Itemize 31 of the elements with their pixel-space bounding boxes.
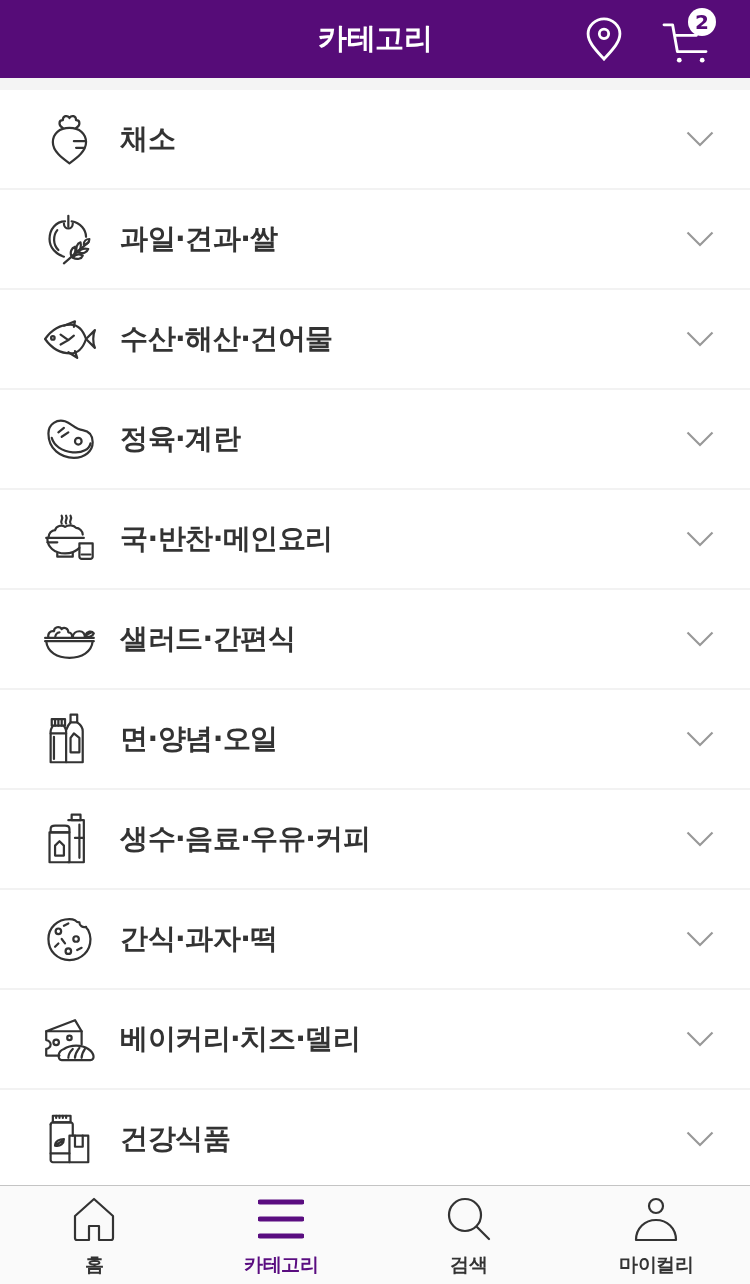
chevron-down-icon[interactable] <box>686 1031 714 1047</box>
person-icon <box>633 1196 680 1242</box>
chevron-down-icon[interactable] <box>686 731 714 747</box>
chevron-down-icon[interactable] <box>686 531 714 547</box>
category-label[interactable]: 샐러드·간편식 <box>120 620 296 658</box>
category-label[interactable]: 국·반찬·메인요리 <box>120 520 333 558</box>
nav-tab[interactable]: 마이컬리 <box>562 1186 750 1284</box>
chevron-down-icon[interactable] <box>686 1131 714 1147</box>
nav-tab[interactable]: 카테고리 <box>187 1186 375 1284</box>
category-label[interactable]: 정육·계란 <box>120 420 241 458</box>
nav-tab[interactable]: 홈 <box>0 1186 188 1284</box>
category-label[interactable]: 과일·견과·쌀 <box>120 220 278 258</box>
category-label[interactable]: 베이커리·치즈·델리 <box>120 1020 361 1058</box>
chevron-down-icon[interactable] <box>686 931 714 947</box>
chevron-down-icon[interactable] <box>686 631 714 647</box>
search-icon <box>445 1196 492 1242</box>
chevron-down-icon[interactable] <box>686 831 714 847</box>
location-pin-icon[interactable] <box>586 17 622 61</box>
category-label[interactable]: 건강식품 <box>120 1120 230 1158</box>
category-label[interactable]: 생수·음료·우유·커피 <box>120 820 371 858</box>
chevron-down-icon[interactable] <box>686 331 714 347</box>
category-label[interactable]: 간식·과자·떡 <box>120 920 278 958</box>
chevron-down-icon[interactable] <box>686 231 714 247</box>
category-label[interactable]: 채소 <box>120 120 175 158</box>
chevron-down-icon[interactable] <box>686 431 714 447</box>
category-label[interactable]: 면·양념·오일 <box>120 720 278 758</box>
cart-count-badge: 2 <box>688 8 716 36</box>
nav-tab[interactable]: 검색 <box>375 1186 563 1284</box>
header-title: 카테고리 <box>318 20 432 57</box>
category-label[interactable]: 수산·해산·건어물 <box>120 320 333 358</box>
chevron-down-icon[interactable] <box>686 131 714 147</box>
